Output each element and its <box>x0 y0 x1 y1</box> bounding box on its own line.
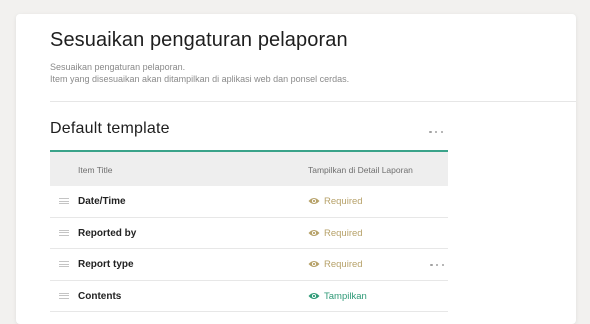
table-row[interactable]: Reported by Required <box>50 218 448 249</box>
page-description: Sesuaikan pengaturan pelaporan. Item yan… <box>50 61 349 85</box>
table-row[interactable]: Date/Time Required <box>50 186 448 218</box>
table-header: Item Title Tampilkan di Detail Laporan <box>50 152 448 186</box>
drag-handle-icon[interactable] <box>59 292 69 299</box>
table-row[interactable]: Report type Required <box>50 249 448 281</box>
status-label: Required <box>324 259 363 270</box>
row-title: Report type <box>78 259 134 270</box>
drag-handle-icon[interactable] <box>59 229 69 236</box>
header-divider <box>50 101 576 102</box>
eye-icon <box>308 261 320 267</box>
table-row[interactable]: Contents Tampilkan <box>50 281 448 312</box>
row-title: Date/Time <box>78 196 126 207</box>
description-line-2: Item yang disesuaikan akan ditampilkan d… <box>50 74 350 84</box>
eye-icon <box>308 292 320 299</box>
status-label: Required <box>324 196 363 207</box>
eye-icon <box>308 229 320 236</box>
row-more-icon[interactable] <box>430 262 444 268</box>
page-title: Sesuaikan pengaturan pelaporan <box>50 29 348 51</box>
column-header-item-title: Item Title <box>78 165 113 175</box>
template-more-icon[interactable] <box>429 129 443 135</box>
column-header-display: Tampilkan di Detail Laporan <box>308 165 413 175</box>
row-title: Reported by <box>78 227 137 239</box>
template-title: Default template <box>50 120 170 137</box>
eye-icon <box>308 198 320 204</box>
row-title: Contents <box>78 290 122 302</box>
status-label: Required <box>324 227 363 239</box>
settings-card: Sesuaikan pengaturan pelaporan Sesuaikan… <box>16 14 576 324</box>
description-line-1: Sesuaikan pengaturan pelaporan. <box>50 62 186 72</box>
status-label: Tampilkan <box>324 290 367 302</box>
drag-handle-icon[interactable] <box>59 261 69 267</box>
drag-handle-icon[interactable] <box>59 198 69 204</box>
template-items-table: Item Title Tampilkan di Detail Laporan D… <box>50 150 448 312</box>
